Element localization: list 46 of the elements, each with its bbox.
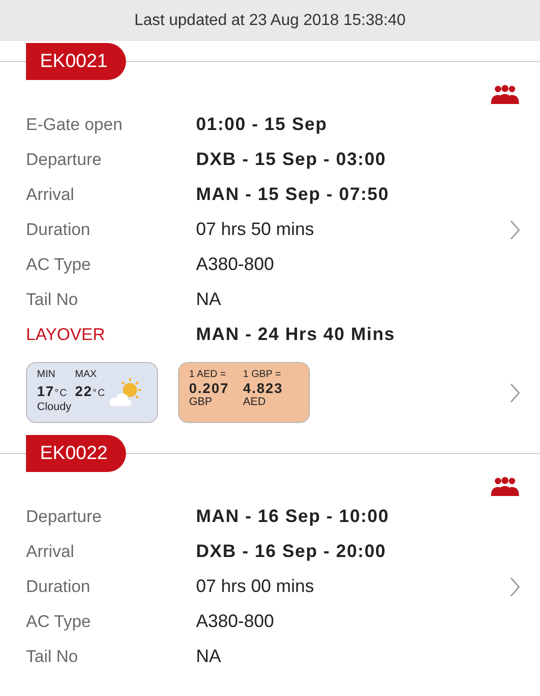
field-label: Arrival xyxy=(25,184,76,204)
max-temperature: 22°C xyxy=(75,382,107,401)
field-value: MAN - 24 Hrs 40 Mins xyxy=(196,324,396,345)
field-value: NA xyxy=(196,289,222,310)
weather-card[interactable]: MIN MAX 17°C 22°C Cloudy xyxy=(26,362,158,423)
rate-heading: 1 GBP = xyxy=(243,369,282,380)
field-label: AC Type xyxy=(25,612,92,632)
exchange-rate: 0.207 xyxy=(189,380,230,396)
last-updated-text: Last updated at 23 Aug 2018 15:38:40 xyxy=(134,12,406,30)
field-label: AC Type xyxy=(25,254,92,274)
currency-code: GBP xyxy=(189,396,214,408)
group-icon[interactable] xyxy=(490,85,520,105)
field-label: Departure xyxy=(25,506,103,526)
group-icon[interactable] xyxy=(490,477,520,497)
min-temperature: 17°C xyxy=(37,382,69,401)
field-value: A380-800 xyxy=(196,611,274,632)
flight-number-tab[interactable]: EK0021 xyxy=(26,43,126,80)
rate-heading: 1 AED = xyxy=(189,369,227,380)
field-value: DXB - 15 Sep - 03:00 xyxy=(196,149,386,170)
chevron-right-icon[interactable] xyxy=(510,576,520,596)
field-label: Departure xyxy=(25,150,103,170)
currency-card[interactable]: 1 AED = 0.207 GBP 1 GBP = 4.823 AED xyxy=(178,362,310,423)
chevron-right-icon[interactable] xyxy=(510,220,520,240)
max-label: MAX xyxy=(75,369,98,382)
flight-number-tab[interactable]: EK0022 xyxy=(26,435,126,472)
field-value: MAN - 16 Sep - 10:00 xyxy=(196,506,390,527)
field-label: E-Gate open xyxy=(25,114,124,134)
sun-cloud-icon xyxy=(109,378,143,408)
field-value: MAN - 15 Sep - 07:50 xyxy=(196,184,390,205)
field-value: 01:00 - 15 Sep xyxy=(196,114,328,135)
field-value: 07 hrs 50 mins xyxy=(196,219,314,240)
currency-code: AED xyxy=(243,396,267,408)
chevron-right-icon[interactable] xyxy=(510,382,520,402)
field-label: Duration xyxy=(25,576,92,596)
min-label: MIN xyxy=(37,369,56,382)
field-label: Arrival xyxy=(25,542,76,562)
field-label: Tail No xyxy=(25,646,79,666)
field-value: DXB - 16 Sep - 20:00 xyxy=(196,541,386,562)
exchange-rate: 4.823 xyxy=(243,380,284,396)
field-label: Duration xyxy=(25,220,92,240)
field-label: LAYOVER xyxy=(25,324,106,344)
weather-condition: Cloudy xyxy=(37,401,72,416)
field-value: A380-800 xyxy=(196,254,274,275)
field-value: NA xyxy=(196,646,222,667)
field-label: Tail No xyxy=(25,290,79,310)
field-value: 07 hrs 00 mins xyxy=(196,576,314,597)
